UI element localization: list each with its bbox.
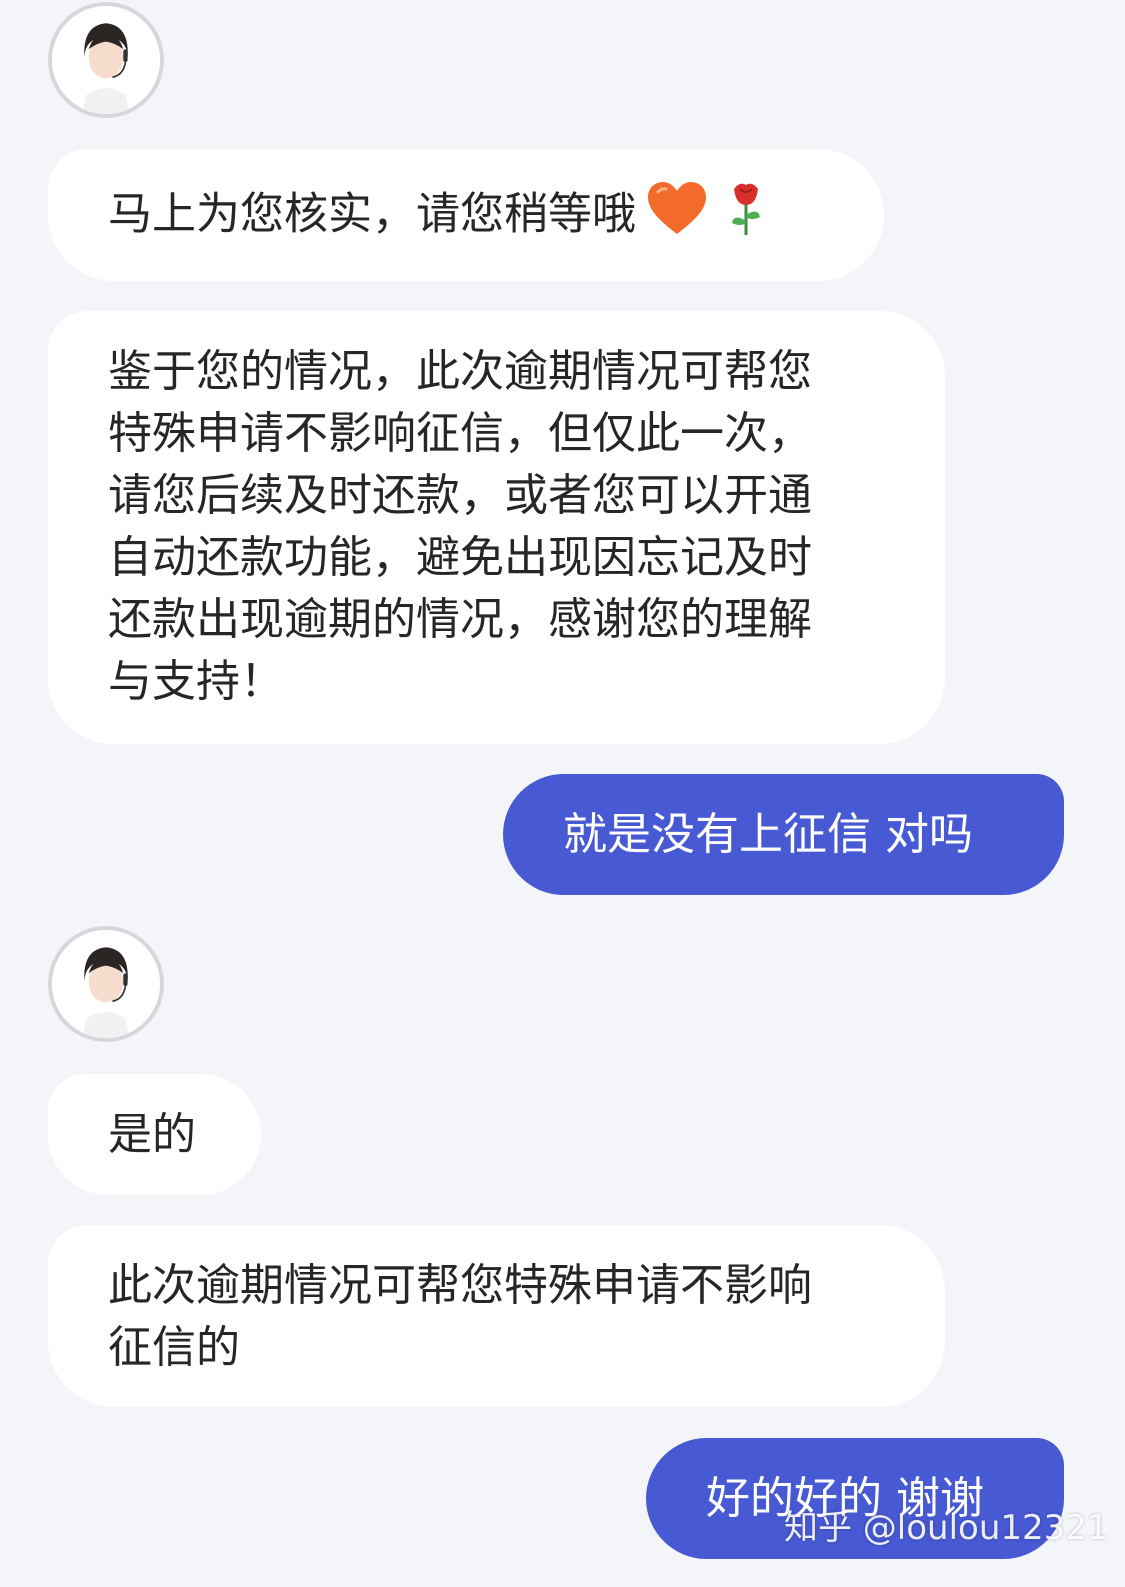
message-text: 马上为您核实，请您稍等哦 bbox=[108, 188, 636, 240]
message-text: 是的 bbox=[108, 1109, 196, 1160]
message-text-line: 征信的 bbox=[108, 1322, 240, 1373]
agent-avatar[interactable] bbox=[48, 926, 164, 1042]
message-text-line: 特殊申请不影响征信，但仅此一次， bbox=[108, 408, 812, 459]
agent-avatar-icon bbox=[52, 6, 160, 114]
agent-avatar[interactable] bbox=[48, 2, 164, 118]
rose-icon bbox=[726, 179, 766, 254]
agent-message-bubble: 马上为您核实，请您稍等哦 bbox=[48, 149, 884, 281]
message-text-line: 还款出现逾期的情况，感谢您的理解 bbox=[108, 594, 812, 645]
agent-message-bubble: 鉴于您的情况，此次逾期情况可帮您 特殊申请不影响征信，但仅此一次， 请您后续及时… bbox=[48, 311, 945, 744]
message-text-line: 鉴于您的情况，此次逾期情况可帮您 bbox=[108, 346, 812, 397]
message-text-line: 与支持！ bbox=[108, 656, 284, 707]
message-text: 就是没有上征信 对吗 bbox=[563, 809, 973, 860]
agent-message-bubble: 此次逾期情况可帮您特殊申请不影响 征信的 bbox=[48, 1225, 945, 1407]
message-text-line: 请您后续及时还款，或者您可以开通 bbox=[108, 470, 812, 521]
watermark: 知乎 @loulou12321 bbox=[784, 1508, 1109, 1548]
orange-heart-icon bbox=[646, 180, 708, 253]
agent-avatar-icon bbox=[52, 930, 160, 1038]
message-text-line: 自动还款功能，避免出现因忘记及时 bbox=[108, 532, 812, 583]
message-text-line: 此次逾期情况可帮您特殊申请不影响 bbox=[108, 1260, 812, 1311]
user-message-bubble: 就是没有上征信 对吗 bbox=[503, 774, 1064, 895]
agent-message-bubble: 是的 bbox=[48, 1074, 261, 1195]
